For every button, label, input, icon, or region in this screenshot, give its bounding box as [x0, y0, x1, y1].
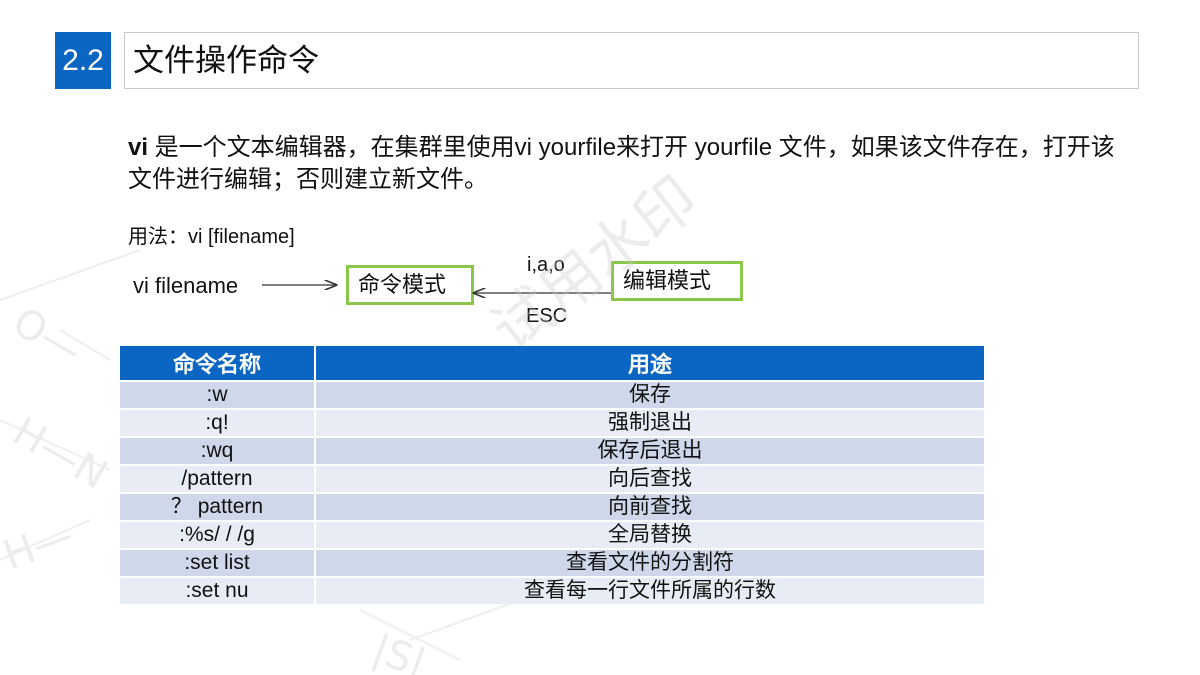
start-label: vi filename [133, 273, 239, 298]
command-cell: :set list [120, 548, 316, 577]
command-table: 命令名称 用途 :w 保存 :q! 强制退出 :wq 保存后退出 /patter… [120, 346, 984, 604]
command-cell: :q! [120, 408, 316, 437]
table-row: :set nu 查看每一行文件所属的行数 [120, 576, 984, 604]
usage-line: 用法：vi [filename] [128, 226, 295, 248]
header-purpose: 用途 [315, 346, 984, 381]
purpose-cell: 强制退出 [315, 408, 984, 437]
svg-text:O—: O— [5, 299, 90, 375]
purpose-cell: 保存后退出 [315, 436, 984, 465]
purpose-cell: 查看每一行文件所属的行数 [315, 576, 984, 604]
table-row: :wq 保存后退出 [120, 436, 984, 465]
svg-text:|S|: |S| [367, 626, 432, 675]
table-row: :q! 强制退出 [120, 408, 984, 437]
header-command: 命令名称 [120, 346, 316, 381]
svg-text:H—N: H—N [5, 409, 115, 499]
command-cell: :set nu [120, 576, 316, 604]
command-cell: :wq [120, 436, 316, 465]
command-cell: /pattern [120, 464, 316, 493]
table-row: :set list 查看文件的分割符 [120, 548, 984, 577]
purpose-cell: 全局替换 [315, 520, 984, 549]
command-cell: :%s/ / /g [120, 520, 316, 549]
table-row: :%s/ / /g 全局替换 [120, 520, 984, 549]
command-mode-box: 命令模式 [346, 265, 474, 305]
command-mode-label: 命令模式 [358, 272, 447, 297]
page-title: 文件操作命令 [133, 43, 319, 78]
command-cell: :w [120, 380, 316, 409]
table-row: ？ pattern 向前查找 [120, 492, 984, 521]
purpose-cell: 向前查找 [315, 492, 984, 521]
table-row: :w 保存 [120, 380, 984, 409]
intro-bold-lead: vi [128, 134, 149, 161]
purpose-cell: 查看文件的分割符 [315, 548, 984, 577]
table-row: /pattern 向后查找 [120, 464, 984, 493]
table-header-row: 命令名称 用途 [120, 346, 984, 381]
svg-text:H—: H— [0, 512, 79, 579]
title-box: 文件操作命令 [124, 32, 1139, 89]
purpose-cell: 向后查找 [315, 464, 984, 493]
purpose-cell: 保存 [315, 380, 984, 409]
section-number: 2.2 [55, 32, 111, 89]
command-cell: ？ pattern [120, 492, 316, 521]
